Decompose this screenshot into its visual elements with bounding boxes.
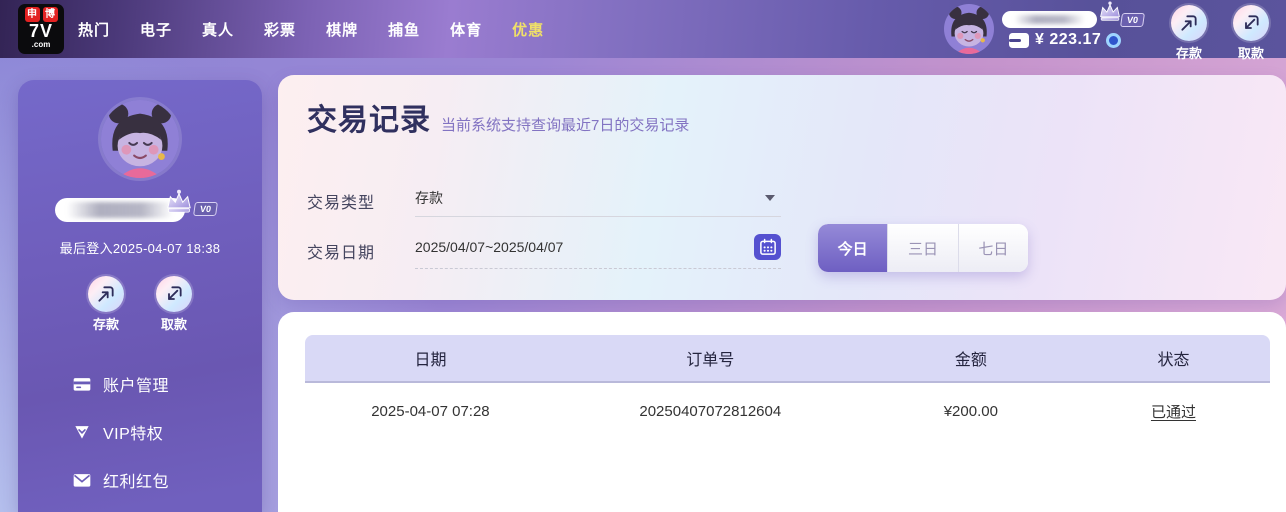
transfer-in-icon bbox=[1179, 13, 1199, 33]
range-button-today[interactable]: 今日 bbox=[818, 224, 888, 272]
date-filter-label: 交易日期 bbox=[307, 239, 375, 263]
deposit-label: 存款 bbox=[93, 314, 119, 333]
user-avatar[interactable] bbox=[944, 4, 994, 54]
table-row: 2025-04-07 07:28 20250407072812604 ¥200.… bbox=[305, 383, 1270, 439]
bank-card-icon bbox=[72, 374, 92, 394]
header-date: 日期 bbox=[305, 346, 556, 370]
avatar-image bbox=[101, 100, 179, 178]
nav-item-fishing[interactable]: 捕鱼 bbox=[388, 19, 420, 40]
sidebar-quick-actions: 存款 取款 bbox=[18, 276, 262, 333]
nav-item-live[interactable]: 真人 bbox=[202, 19, 234, 40]
transfer-out-icon bbox=[1241, 13, 1261, 33]
account-sidebar: V0 最后登入2025-04-07 18:38 存款 取款 账户管理 VIP特权 bbox=[18, 80, 262, 512]
sidebar-item-label: 账户管理 bbox=[103, 372, 169, 396]
cell-date: 2025-04-07 07:28 bbox=[305, 403, 556, 420]
logo-text: 7V bbox=[29, 22, 53, 41]
cell-status: 已通过 bbox=[1077, 401, 1270, 422]
blur-smudge bbox=[1014, 15, 1085, 24]
withdraw-label: 取款 bbox=[161, 314, 187, 333]
page-title: 交易记录 bbox=[307, 95, 431, 139]
header-amount: 金额 bbox=[865, 346, 1077, 370]
range-button-3days[interactable]: 三日 bbox=[888, 224, 958, 272]
crown-icon bbox=[164, 188, 194, 214]
transfer-out-icon bbox=[164, 284, 184, 304]
sidebar-item-account[interactable]: 账户管理 bbox=[18, 370, 262, 398]
transaction-table-panel: 日期 订单号 金额 状态 2025-04-07 07:28 2025040707… bbox=[278, 312, 1286, 512]
nav-item-slots[interactable]: 电子 bbox=[140, 19, 172, 40]
logo-chips: 申 博 bbox=[25, 7, 58, 22]
sidebar-item-label: VIP特权 bbox=[103, 420, 163, 444]
red-envelope-icon bbox=[72, 470, 92, 490]
refresh-balance-icon[interactable] bbox=[1106, 33, 1121, 48]
nav-item-cards[interactable]: 棋牌 bbox=[326, 19, 358, 40]
logo-domain: .com bbox=[32, 41, 51, 49]
crown-icon bbox=[1097, 0, 1123, 22]
withdraw-label: 取款 bbox=[1238, 43, 1264, 62]
sidebar-item-bonus[interactable]: 红利红包 bbox=[18, 466, 262, 494]
page-header: 交易记录 当前系统支持查询最近7日的交易记录 bbox=[307, 95, 689, 139]
sidebar-withdraw-button[interactable]: 取款 bbox=[151, 276, 197, 333]
site-logo[interactable]: 申 博 7V .com bbox=[18, 4, 64, 54]
transaction-filter-panel: 交易记录 当前系统支持查询最近7日的交易记录 交易类型 存款 交易日期 2025… bbox=[278, 75, 1286, 300]
transfer-in-icon bbox=[96, 284, 116, 304]
date-range-input[interactable]: 2025/04/07~2025/04/07 bbox=[415, 225, 781, 269]
nav-quick-actions: 存款 取款 bbox=[1166, 5, 1274, 62]
type-select[interactable]: 存款 bbox=[415, 179, 781, 217]
blur-smudge bbox=[67, 202, 173, 218]
balance-amount: ¥ 223.17 bbox=[1035, 31, 1101, 49]
vip-level-badge: V0 bbox=[193, 202, 218, 216]
calendar-button[interactable] bbox=[754, 234, 781, 260]
type-select-value[interactable]: 存款 bbox=[415, 188, 765, 208]
nav-item-sports[interactable]: 体育 bbox=[450, 19, 482, 40]
status-badge[interactable]: 已通过 bbox=[1151, 404, 1196, 421]
deposit-label: 存款 bbox=[1176, 43, 1202, 62]
type-filter-label: 交易类型 bbox=[307, 189, 375, 213]
vip-gem-icon bbox=[72, 422, 92, 442]
main-nav: 热门 电子 真人 彩票 棋牌 捕鱼 体育 优惠 bbox=[78, 0, 544, 58]
wallet-icon bbox=[1008, 32, 1030, 49]
page-subtitle: 当前系统支持查询最近7日的交易记录 bbox=[441, 114, 689, 135]
balance-row: ¥ 223.17 bbox=[1008, 31, 1121, 49]
vip-level-badge: V0 bbox=[1120, 13, 1145, 27]
table-header-row: 日期 订单号 金额 状态 bbox=[305, 335, 1270, 383]
header-order-no: 订单号 bbox=[556, 346, 865, 370]
header-status: 状态 bbox=[1077, 346, 1270, 370]
nav-item-hot[interactable]: 热门 bbox=[78, 19, 110, 40]
nav-item-promos[interactable]: 优惠 bbox=[512, 19, 544, 40]
top-navbar: 申 博 7V .com 热门 电子 真人 彩票 棋牌 捕鱼 体育 优惠 V0 ¥… bbox=[0, 0, 1286, 58]
sidebar-item-label: 红利红包 bbox=[103, 468, 169, 492]
last-login-text: 最后登入2025-04-07 18:38 bbox=[18, 238, 262, 257]
range-button-7days[interactable]: 七日 bbox=[959, 224, 1028, 272]
sidebar-deposit-button[interactable]: 存款 bbox=[83, 276, 129, 333]
avatar-image bbox=[944, 4, 994, 54]
logo-chip-2: 博 bbox=[43, 7, 58, 22]
sidebar-item-vip[interactable]: VIP特权 bbox=[18, 418, 262, 446]
date-range-value[interactable]: 2025/04/07~2025/04/07 bbox=[415, 239, 754, 255]
nav-item-lottery[interactable]: 彩票 bbox=[264, 19, 296, 40]
withdraw-button[interactable]: 取款 bbox=[1228, 5, 1274, 62]
transaction-table: 日期 订单号 金额 状态 2025-04-07 07:28 2025040707… bbox=[305, 335, 1270, 439]
cell-order-no: 20250407072812604 bbox=[556, 403, 865, 420]
date-range-toggle: 今日 三日 七日 bbox=[818, 224, 1028, 272]
cell-amount: ¥200.00 bbox=[865, 403, 1077, 420]
chevron-down-icon[interactable] bbox=[765, 195, 775, 201]
deposit-button[interactable]: 存款 bbox=[1166, 5, 1212, 62]
username-blurred bbox=[1002, 11, 1097, 28]
user-avatar-large[interactable] bbox=[101, 100, 179, 178]
logo-chip-1: 申 bbox=[25, 7, 40, 22]
calendar-icon bbox=[759, 238, 777, 256]
